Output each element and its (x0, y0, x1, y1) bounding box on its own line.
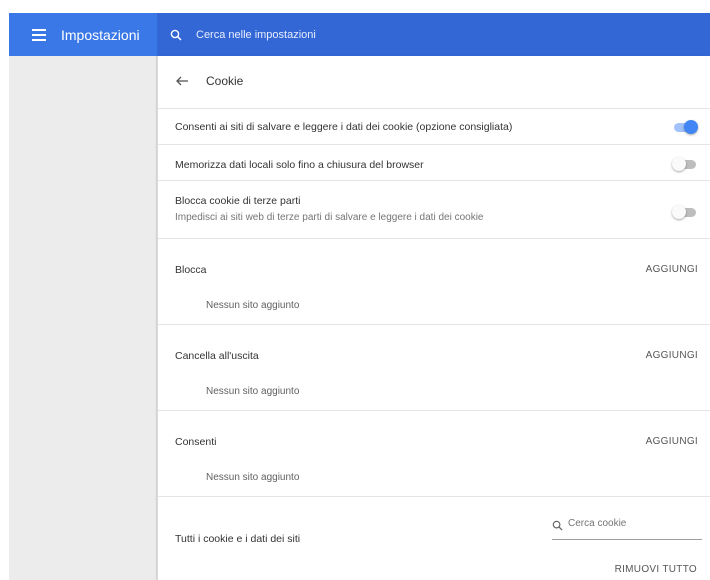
hamburger-menu-icon[interactable] (21, 13, 57, 56)
settings-search-input[interactable] (196, 28, 676, 41)
setting-row-keep-local-data: Memorizza dati locali solo fino a chiusu… (158, 144, 710, 180)
cookie-search-input[interactable] (568, 514, 698, 532)
setting-sublabel: Impedisci ai siti web di terze parti di … (175, 212, 484, 223)
setting-label: Blocca cookie di terze parti (175, 195, 301, 207)
section-title: Cancella all'uscita (175, 350, 259, 362)
block-third-party-toggle[interactable] (672, 205, 698, 219)
keep-local-data-toggle[interactable] (672, 157, 698, 171)
empty-list-text: Nessun sito aggiunto (206, 472, 300, 483)
remove-all-button[interactable]: RIMUOVI TUTTO (615, 564, 697, 575)
add-clear-on-exit-button[interactable]: AGGIUNGI (646, 350, 698, 361)
app-header: Impostazioni (9, 13, 157, 56)
list-section-allow: Consenti AGGIUNGI Nessun sito aggiunto (158, 410, 710, 496)
setting-label: Memorizza dati locali solo fino a chiusu… (175, 159, 424, 171)
search-icon (552, 518, 564, 531)
section-title: Blocca (175, 264, 207, 276)
setting-row-allow-cookies: Consenti ai siti di salvare e leggere i … (158, 108, 710, 144)
top-bar: Impostazioni (0, 0, 710, 60)
setting-row-block-third-party: Blocca cookie di terze parti Impedisci a… (158, 180, 710, 238)
search-bar (157, 13, 710, 56)
sidebar (9, 56, 157, 580)
list-section-clear-on-exit: Cancella all'uscita AGGIUNGI Nessun sito… (158, 324, 710, 410)
list-section-block: Blocca AGGIUNGI Nessun sito aggiunto (158, 238, 710, 324)
cookie-search-field (552, 510, 702, 540)
add-block-button[interactable]: AGGIUNGI (646, 264, 698, 275)
search-icon (170, 27, 186, 43)
setting-label: Consenti ai siti di salvare e leggere i … (175, 121, 513, 133)
app-title: Impostazioni (61, 26, 140, 43)
page-title: Cookie (206, 74, 244, 88)
arrow-back-icon[interactable] (172, 71, 192, 91)
main-content: Cookie Consenti ai siti di salvare e leg… (157, 56, 710, 580)
section-title: Consenti (175, 436, 217, 448)
empty-list-text: Nessun sito aggiunto (206, 300, 300, 311)
section-title: Tutti i cookie e i dati dei siti (175, 533, 301, 545)
allow-cookies-toggle[interactable] (672, 120, 698, 134)
page-header: Cookie (158, 66, 710, 96)
add-allow-button[interactable]: AGGIUNGI (646, 436, 698, 447)
empty-list-text: Nessun sito aggiunto (206, 386, 300, 397)
